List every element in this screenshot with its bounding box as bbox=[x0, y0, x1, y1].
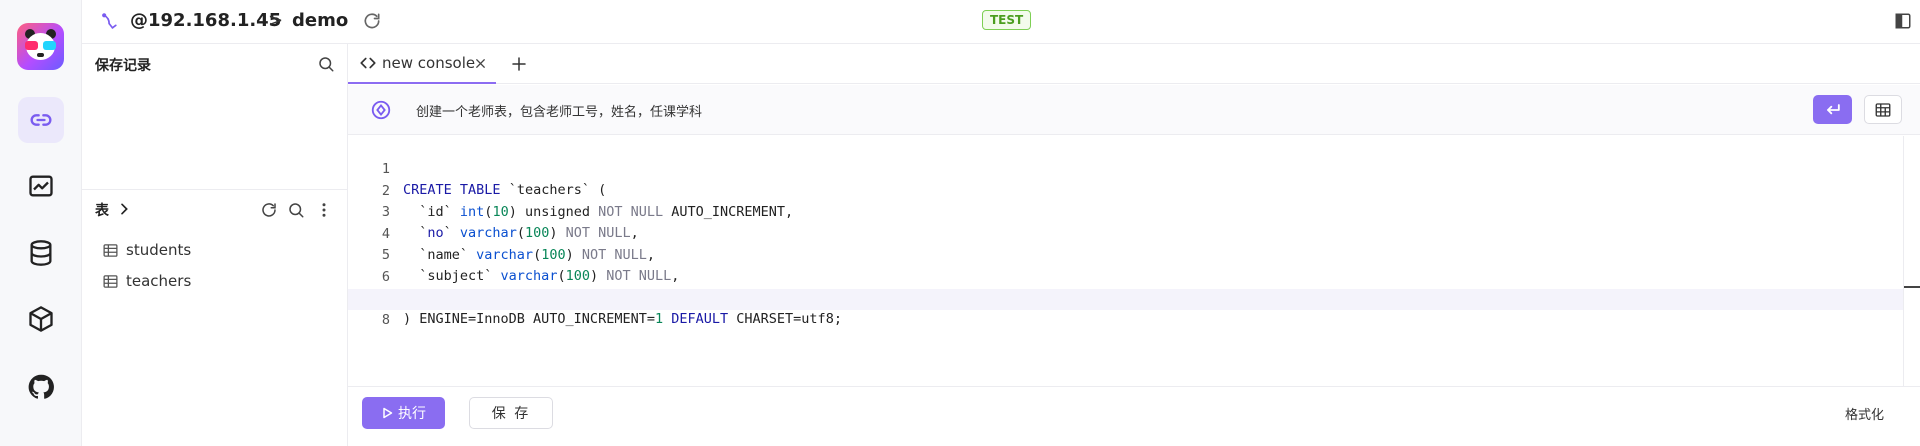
ai-table-button[interactable] bbox=[1864, 95, 1902, 124]
more-vertical-icon[interactable] bbox=[315, 201, 333, 219]
code-line-current: 8 bbox=[348, 288, 1903, 328]
enter-icon bbox=[1826, 103, 1840, 114]
app-logo bbox=[17, 23, 64, 70]
editor-toolbar: 执行 保 存 格式化 bbox=[348, 386, 1920, 446]
main-area: new console 创建一个老师表，包含老师工号，姓名，任课学科 1 CRE… bbox=[348, 44, 1920, 446]
code-line: 3 `no` varchar(100) NOT NULL, bbox=[348, 181, 1903, 241]
tables-title[interactable]: 表 bbox=[95, 200, 109, 220]
database-name[interactable]: demo bbox=[292, 10, 348, 31]
grid-table-icon bbox=[1875, 102, 1891, 117]
database-icon bbox=[30, 240, 52, 266]
rail-connections-button[interactable] bbox=[18, 97, 64, 143]
table-name: students bbox=[126, 241, 192, 259]
search-icon[interactable] bbox=[317, 55, 335, 73]
format-button[interactable]: 格式化 bbox=[1845, 404, 1884, 423]
table-item-students[interactable]: students bbox=[102, 238, 191, 262]
ai-submit-button[interactable] bbox=[1813, 95, 1852, 124]
table-item-teachers[interactable]: teachers bbox=[102, 269, 191, 293]
sql-editor[interactable]: 1 CREATE TABLE `teachers` ( 2 `id` int(1… bbox=[348, 136, 1920, 386]
rail-github-button[interactable] bbox=[18, 364, 64, 410]
breadcrumb-separator: > bbox=[268, 10, 284, 31]
scrollbar-cursor-marker bbox=[1904, 286, 1920, 288]
table-icon bbox=[103, 274, 118, 288]
refresh-tables-icon[interactable] bbox=[260, 201, 278, 219]
table-name: teachers bbox=[126, 272, 192, 290]
link-icon bbox=[30, 114, 52, 126]
code-text: ) ENGINE=InnoDB AUTO_INCREMENT=1 DEFAULT… bbox=[403, 311, 842, 327]
code-line: 5 `subject` varchar(100) NOT NULL, bbox=[348, 224, 1903, 284]
top-bar: @192.168.1.45 > demo TEST bbox=[82, 0, 1920, 44]
connection-icon bbox=[102, 13, 117, 29]
chart-icon bbox=[29, 175, 53, 197]
add-tab-icon[interactable] bbox=[510, 55, 528, 73]
close-icon[interactable] bbox=[473, 56, 488, 71]
save-label: 保 存 bbox=[491, 406, 531, 422]
ai-assistant-icon bbox=[371, 100, 391, 120]
save-button[interactable]: 保 存 bbox=[469, 397, 553, 429]
ai-prompt-bar: 创建一个老师表，包含老师工号，姓名，任课学科 bbox=[348, 85, 1920, 135]
tab-bar: new console bbox=[348, 44, 1920, 84]
github-icon bbox=[28, 374, 54, 399]
app: @192.168.1.45 > demo TEST 保存记录 表 student… bbox=[0, 0, 1920, 446]
search-tables-icon[interactable] bbox=[287, 201, 305, 219]
rail-database-button[interactable] bbox=[18, 230, 64, 276]
play-icon bbox=[383, 407, 393, 419]
line-number: 8 bbox=[381, 311, 390, 328]
chevron-right-icon[interactable] bbox=[116, 201, 132, 217]
code-line: 7 ) ENGINE=InnoDB AUTO_INCREMENT=1 DEFAU… bbox=[348, 267, 1903, 327]
left-panel: 保存记录 表 students teachers bbox=[82, 44, 348, 446]
tab-label: new console bbox=[382, 54, 476, 72]
saved-records-title: 保存记录 bbox=[95, 58, 151, 74]
cube-icon bbox=[29, 306, 53, 332]
code-line: 6 PRIMARY KEY (`id`) bbox=[348, 246, 1903, 306]
rail-dashboard-button[interactable] bbox=[18, 163, 64, 209]
panel-divider[interactable] bbox=[82, 189, 348, 190]
connection-host[interactable]: @192.168.1.45 bbox=[130, 10, 281, 31]
env-badge: TEST bbox=[982, 10, 1032, 30]
code-line: 2 `id` int(10) unsigned NOT NULL AUTO_IN… bbox=[348, 160, 1903, 220]
table-icon bbox=[103, 243, 118, 257]
refresh-icon[interactable] bbox=[362, 11, 382, 31]
code-line: 1 CREATE TABLE `teachers` ( bbox=[348, 138, 1903, 198]
tab-new-console[interactable]: new console bbox=[348, 44, 496, 84]
code-icon bbox=[360, 57, 376, 69]
code-line: 4 `name` varchar(100) NOT NULL, bbox=[348, 203, 1903, 263]
icon-rail bbox=[0, 0, 82, 446]
ai-prompt-input[interactable]: 创建一个老师表，包含老师工号，姓名，任课学科 bbox=[416, 101, 702, 120]
run-label: 执行 bbox=[398, 406, 426, 422]
layout-toggle-icon[interactable] bbox=[1894, 12, 1912, 30]
editor-scrollbar[interactable] bbox=[1903, 136, 1904, 386]
run-button[interactable]: 执行 bbox=[362, 397, 445, 429]
rail-plugins-button[interactable] bbox=[18, 296, 64, 342]
